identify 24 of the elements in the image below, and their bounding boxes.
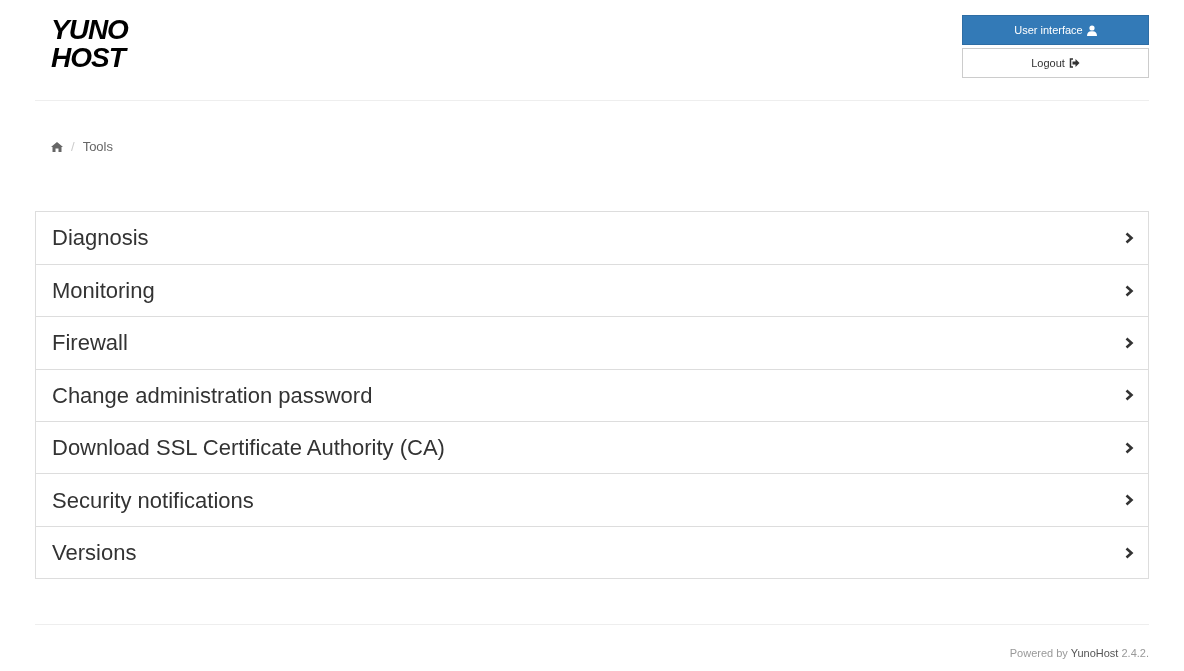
home-icon[interactable] (51, 141, 63, 152)
chevron-right-icon (1125, 494, 1134, 507)
chevron-right-icon (1125, 441, 1134, 454)
chevron-right-icon (1125, 389, 1134, 402)
chevron-right-icon (1125, 284, 1134, 297)
chevron-right-icon (1125, 231, 1134, 244)
menu-item[interactable]: Download SSL Certificate Authority (CA) (36, 421, 1148, 474)
menu-item[interactable]: Change administration password (36, 368, 1148, 422)
logo[interactable]: YUNO HOST (51, 16, 128, 72)
user-interface-button[interactable]: User interface (962, 15, 1149, 45)
logout-button[interactable]: Logout (962, 48, 1149, 78)
menu-item[interactable]: Versions (36, 525, 1148, 579)
yunohost-link[interactable]: YunoHost (1070, 647, 1119, 660)
menu-item[interactable]: Security notifications (36, 473, 1148, 526)
chevron-right-icon (1125, 546, 1134, 559)
breadcrumb-separator: / (71, 138, 75, 156)
menu-item[interactable]: Monitoring (36, 263, 1148, 317)
menu-item[interactable]: Firewall (36, 316, 1148, 369)
logout-icon (1068, 58, 1080, 68)
menu-item[interactable]: Diagnosis (36, 211, 1148, 264)
footer-text: Powered by YunoHost 2.4.2. (1009, 646, 1149, 662)
breadcrumb-item: Tools (82, 138, 113, 156)
user-icon (1086, 24, 1097, 36)
chevron-right-icon (1125, 336, 1134, 349)
